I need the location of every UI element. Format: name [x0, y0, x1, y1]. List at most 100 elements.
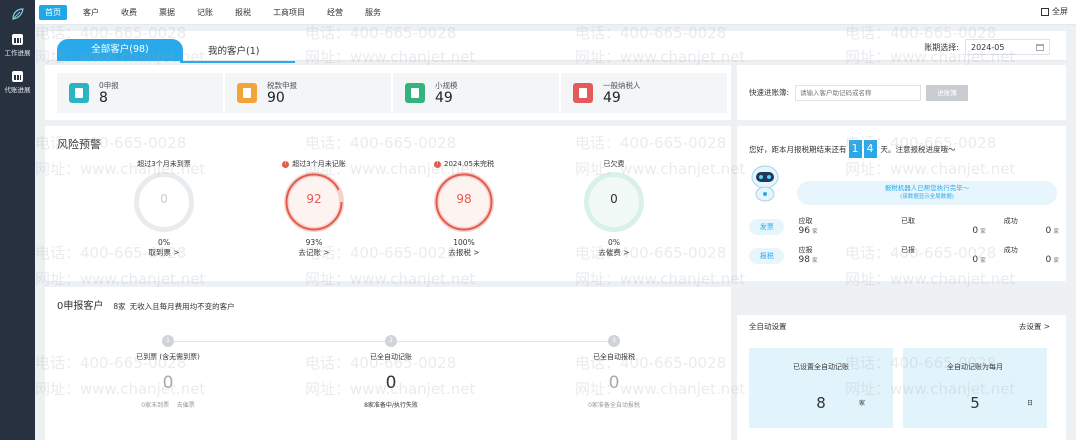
period-input[interactable]: 2024-05	[965, 39, 1050, 55]
col-value: 0	[972, 255, 979, 265]
list-icon	[12, 71, 23, 82]
quick-ledger-input[interactable]	[795, 84, 922, 101]
gauge-value: 92	[306, 192, 322, 206]
col-label: 成功	[1003, 246, 1018, 254]
col-label: 已取	[901, 217, 916, 225]
stat-small-scale[interactable]: 小规模 49	[393, 73, 559, 113]
stat-value: 90	[267, 90, 285, 106]
tab-all-customers[interactable]: 全部客户(98)	[57, 39, 183, 61]
gauge-value: 0	[610, 192, 618, 206]
remind-invoice-link[interactable]: 去催票	[177, 402, 195, 409]
zero-count: 8家	[113, 302, 126, 311]
gauge-link[interactable]: 去报税 >	[409, 247, 519, 258]
sidebar-item-work-progress[interactable]: 工作进展	[0, 28, 35, 57]
gauge-value: 98	[456, 192, 472, 206]
step-value: 0	[162, 373, 174, 393]
risk-title: 风险预警	[57, 138, 101, 151]
step-footer-text: 0家未到票	[141, 402, 170, 409]
gauge-ring: 0	[134, 172, 194, 232]
auto-box-bookkeeping: 已设置全自动记账 8 家	[749, 348, 893, 428]
step-footer: 8家准备中/执行失败	[364, 402, 418, 409]
top-nav: 首页 客户 收费 票据 记账 报税 工商项目 经营 服务 全屏	[35, 0, 1076, 25]
nav-customers[interactable]: 客户	[77, 5, 105, 20]
period-label: 账期选择:	[924, 42, 959, 52]
open-ledger-button[interactable]: 进账簿	[926, 84, 969, 101]
col-value: 0	[1045, 255, 1052, 265]
gauge-link[interactable]: 取到票 >	[109, 247, 219, 258]
sidebar-item-bookkeeping-progress[interactable]: 代账进展	[0, 65, 35, 94]
auto-box-unit: 家	[859, 400, 866, 407]
nav-operations[interactable]: 经营	[321, 5, 349, 20]
stat-value: 49	[435, 90, 453, 106]
main-content: 全部客户(98) 我的客户(1) 账期选择: 2024-05 0申报 8 税款申报…	[45, 31, 1066, 440]
zero-title-row: 0申报客户 8家 无收入且每月费用均不变的客户	[57, 297, 235, 312]
gauge-ring: 0	[584, 172, 644, 232]
bar-chart-icon	[12, 34, 23, 45]
auto-box-value: 8	[816, 394, 826, 412]
gauge-value: 0	[160, 192, 168, 206]
gauge-tax-unpaid[interactable]: ! 2024.05未完税 98 100% 去报税 >	[409, 158, 519, 273]
stat-general-taxpayer[interactable]: 一般纳税人 49	[561, 73, 727, 113]
col-success: 成功 0 家	[1004, 245, 1059, 266]
robot-row-invoice: 发票 应取 96 家 已取 0 家 成功 0 家	[749, 214, 1059, 239]
gauge-caption: 已欠费	[603, 160, 625, 168]
sidebar-item-label: 工作进展	[4, 49, 31, 57]
col-unit: 家	[980, 258, 986, 264]
col-done: 已取 0 家	[901, 216, 1004, 237]
stat-tax-declaration[interactable]: 税款申报 90	[225, 73, 391, 113]
sidebar-item-label: 代账进展	[4, 86, 31, 94]
robot-bubble-subtext: (该数据显示全局数据)	[900, 194, 954, 200]
step-value: 0	[608, 373, 620, 393]
gauge-arrears[interactable]: 已欠费 0 0% 去催费 >	[559, 158, 669, 273]
nav-home[interactable]: 首页	[39, 4, 67, 20]
col-label: 成功	[1003, 217, 1018, 225]
gauge-link[interactable]: 去记账 >	[259, 247, 369, 258]
nav-invoices[interactable]: 票据	[153, 5, 181, 20]
nav-tax[interactable]: 报税	[229, 5, 257, 20]
zero-description: 无收入且每月费用均不变的客户	[129, 302, 235, 311]
fullscreen-button[interactable]: 全屏	[1041, 6, 1068, 17]
gauge-caption-row: ! 2024.05未完税	[409, 158, 519, 170]
quick-ledger-panel: 快速进账簿: 进账簿	[737, 65, 1066, 120]
col-unit: 家	[812, 229, 818, 235]
auto-box-label: 全自动记账为每月	[947, 363, 1003, 371]
document-icon	[69, 83, 89, 103]
col-due: 应报 98 家	[798, 245, 901, 266]
gauge-percent: 0%	[158, 238, 170, 247]
tab-my-customers[interactable]: 我的客户(1)	[208, 43, 259, 57]
col-label: 已报	[901, 246, 916, 254]
calendar-icon	[1036, 43, 1044, 51]
days-digit: 1	[848, 140, 862, 158]
nav-bookkeeping[interactable]: 记账	[191, 5, 219, 20]
go-settings-link[interactable]: 去设置 >	[1019, 321, 1050, 332]
gauge-no-invoice[interactable]: 超过3个月未到票 0 0% 取到票 >	[109, 158, 219, 273]
robot-icon	[751, 165, 779, 202]
step-number: 2	[385, 335, 397, 347]
stat-value: 8	[99, 90, 108, 106]
gauge-ring: 98	[434, 172, 494, 232]
zero-title: 0申报客户	[57, 301, 104, 312]
fullscreen-label: 全屏	[1052, 7, 1068, 16]
gauge-no-bookkeeping[interactable]: ! 超过3个月未记账 92 93% 去记账 >	[259, 158, 369, 273]
auto-box-unit: 日	[1027, 400, 1034, 407]
stat-value: 49	[603, 90, 621, 106]
robot-bubble-text: 报税机器人已帮您执行完毕～	[884, 184, 970, 192]
gauge-link[interactable]: 去催费 >	[559, 247, 669, 258]
step-auto-bookkeeping: 2 已全自动记账 0 8家准备中/执行失败	[316, 335, 466, 409]
step-label: 已到票 (含无需到票)	[136, 353, 200, 361]
step-value: 0	[385, 373, 397, 393]
step-label: 已全自动报税	[593, 353, 635, 361]
row-tag[interactable]: 报税	[749, 247, 785, 264]
nav-fees[interactable]: 收费	[115, 5, 143, 20]
col-unit: 家	[980, 229, 986, 235]
top-menu: 首页 客户 收费 票据 记账 报税 工商项目 经营 服务	[35, 4, 397, 20]
gauge-caption: 超过3个月未到票	[137, 160, 191, 168]
step-footer: 0家未到票 去催票	[93, 400, 243, 409]
tax-robot-panel: 您好，距本月报税期结束还有 1 4 天。注意报税进度哦～ 报税机器人已帮您执行完…	[737, 126, 1066, 281]
nav-services[interactable]: 服务	[359, 5, 387, 20]
auto-box-monthly-day: 全自动记账为每月 5 日	[903, 348, 1047, 428]
nav-business-projects[interactable]: 工商项目	[267, 5, 311, 20]
row-tag[interactable]: 发票	[749, 218, 785, 235]
stat-zero-declaration[interactable]: 0申报 8	[57, 73, 223, 113]
col-value: 98	[798, 255, 810, 265]
